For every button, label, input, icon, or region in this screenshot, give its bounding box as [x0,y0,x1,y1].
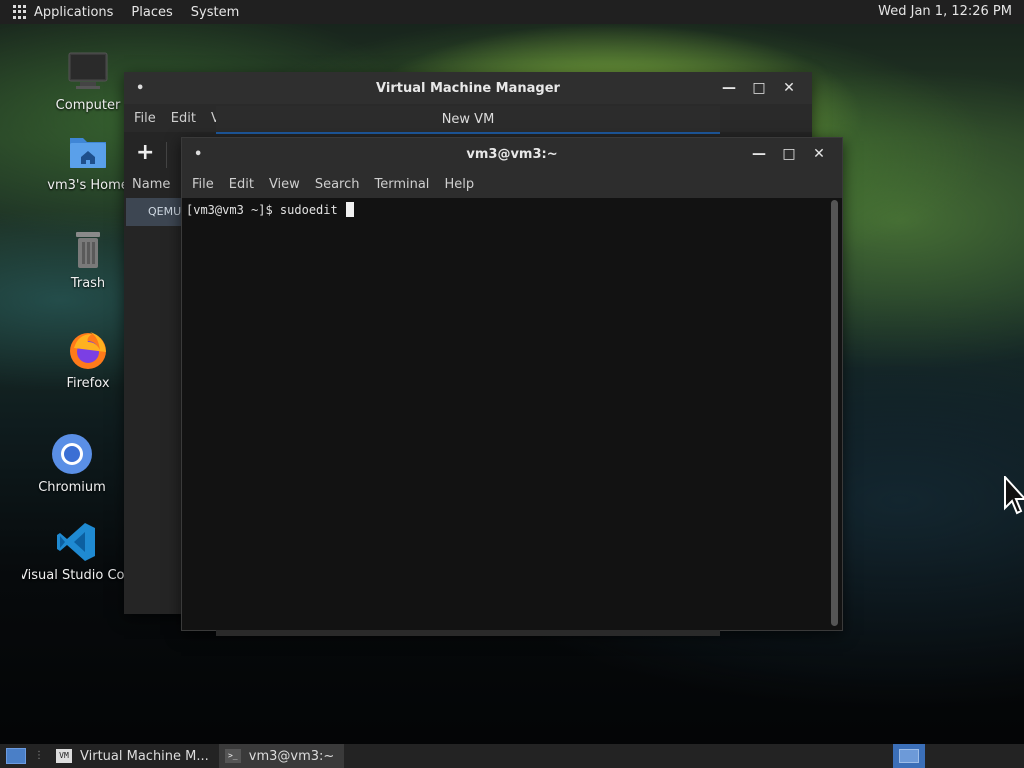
window-shadow [216,630,720,636]
desktop-icon-computer[interactable]: Computer [38,50,138,113]
terminal-window[interactable]: • vm3@vm3:~ — □ ✕ File Edit View Search … [181,137,843,631]
terminal-menubar: File Edit View Search Terminal Help [182,170,842,198]
virt-manager-titlebar[interactable]: • Virtual Machine Manager — □ ✕ [124,72,812,104]
terminal-scrollbar[interactable] [831,200,838,626]
vscode-icon [55,520,99,564]
desktop-icon-label: Chromium [38,480,106,495]
top-panel: Applications Places System Wed Jan 1, 12… [0,0,1024,24]
menu-help[interactable]: Help [444,177,474,192]
menu-search[interactable]: Search [315,177,360,192]
toolbar-separator [166,142,167,168]
window-menu-icon[interactable]: • [136,81,144,96]
taskbar-item-label: vm3@vm3:~ [248,748,335,764]
mouse-pointer-icon [1004,474,1024,520]
drag-handle-icon[interactable]: ⋮ [34,751,44,761]
places-menu[interactable]: Places [131,5,172,20]
workspace-switcher[interactable] [893,744,925,768]
bottom-taskbar: ⋮ VM Virtual Machine M... >_ vm3@vm3:~ [0,744,1024,768]
name-column-header[interactable]: Name [132,177,170,192]
desktop-icon-chromium[interactable]: Chromium [22,432,122,495]
close-button[interactable]: ✕ [774,80,804,96]
desktop-icon-label: Firefox [66,376,110,391]
terminal-icon: >_ [224,749,241,763]
apps-grid-icon[interactable] [13,5,27,19]
taskbar-item-terminal[interactable]: >_ vm3@vm3:~ [218,744,345,768]
desktop-icon-label: vm3's Home [47,178,129,193]
virt-manager-icon: VM [56,749,72,763]
desktop-icon-label: Trash [70,276,106,291]
desktop-icon-firefox[interactable]: Firefox [38,328,138,391]
desktop-icon-label: Visual Studio Code [22,568,132,583]
new-vm-plus-icon[interactable]: + [136,140,154,165]
terminal-titlebar[interactable]: • vm3@vm3:~ — □ ✕ [182,138,842,170]
menu-edit[interactable]: Edit [171,111,196,126]
menu-file[interactable]: File [192,177,214,192]
computer-icon [66,50,110,94]
menu-terminal[interactable]: Terminal [374,177,429,192]
text-cursor [345,202,354,217]
desktop-icon-label: Computer [55,98,121,113]
new-vm-tab[interactable]: New VM [216,106,720,134]
desktop-icon-home[interactable]: vm3's Home [38,130,138,193]
menu-view[interactable]: View [269,177,300,192]
desktop-icon-trash[interactable]: Trash [38,228,138,291]
window-menu-icon[interactable]: • [194,147,202,162]
applications-menu[interactable]: Applications [34,5,113,20]
connection-row[interactable]: QEMU [126,198,184,226]
desktop-icon-vscode[interactable]: Visual Studio Code [22,520,132,583]
menu-edit[interactable]: Edit [229,177,254,192]
maximize-button[interactable]: □ [744,80,774,96]
window-title: Virtual Machine Manager [376,80,560,96]
typed-command: sudoedit [279,203,345,217]
taskbar-item-virt-manager[interactable]: VM Virtual Machine M... [50,744,219,768]
clock[interactable]: Wed Jan 1, 12:26 PM [878,4,1012,19]
firefox-icon [66,328,110,372]
window-title: vm3@vm3:~ [466,146,558,162]
terminal-output[interactable]: [vm3@vm3 ~]$ sudoedit [182,198,842,630]
minimize-button[interactable]: — [714,80,744,96]
minimize-button[interactable]: — [744,146,774,162]
maximize-button[interactable]: □ [774,146,804,162]
shell-prompt: [vm3@vm3 ~]$ [186,203,280,217]
menu-file[interactable]: File [134,111,156,126]
trash-icon [66,228,110,272]
taskbar-item-label: Virtual Machine M... [80,748,209,764]
home-folder-icon [66,130,110,174]
chromium-icon [50,432,94,476]
system-menu[interactable]: System [191,5,239,20]
show-desktop-icon[interactable] [6,748,26,764]
close-button[interactable]: ✕ [804,146,834,162]
